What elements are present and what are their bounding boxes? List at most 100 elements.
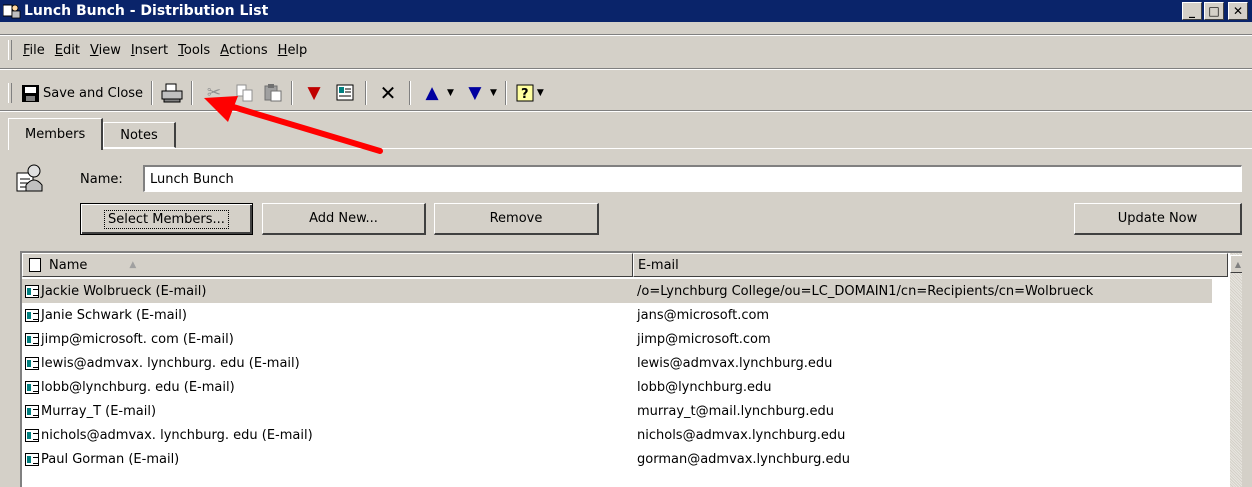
minimize-icon: _ [1189,4,1195,18]
name-input[interactable] [143,165,1242,192]
maximize-icon: □ [1208,4,1220,18]
flag-button[interactable]: ▼ [297,80,331,106]
contact-card-icon [25,332,39,346]
contact-card-icon [25,404,39,418]
sort-ascending-icon: ▲ [129,260,137,270]
next-item-button[interactable]: ▼ ▼ [458,80,501,106]
table-row[interactable]: Paul Gorman (E-mail) gorman@admvax.lynchb… [22,447,1212,471]
save-and-close-label: Save and Close [43,85,144,101]
previous-item-icon: ▲ [425,82,439,103]
menu-edit[interactable]: Edit [50,43,85,58]
toolbar-grip[interactable] [8,83,12,103]
toolbar-bottom-separator [0,110,1252,112]
menu-tools[interactable]: Tools [173,43,215,58]
previous-item-button[interactable]: ▲ ▼ [415,80,458,106]
toolbar-separator-1 [151,81,154,105]
address-book-icon [336,84,354,101]
menu-insert[interactable]: Insert [126,43,173,58]
close-icon: ✕ [1232,4,1244,18]
menu-actions[interactable]: Actions [215,43,273,58]
add-new-button[interactable]: Add New... [262,203,426,235]
remove-button[interactable]: Remove [434,203,599,235]
address-book-button[interactable] [331,80,361,106]
vertical-scrollbar[interactable]: ▲ [1230,253,1242,487]
tab-members[interactable]: Members [8,118,104,150]
table-row[interactable]: jimp@microsoft. com (E-mail) jimp@microso… [22,327,1212,351]
member-name-cell: lewis@admvax. lynchburg. edu (E-mail) [22,356,633,371]
select-members-button[interactable]: Select Members... [80,203,253,235]
save-and-close-button[interactable]: Save and Close [18,80,147,106]
chevron-down-icon: ▼ [447,88,454,98]
table-row[interactable]: lewis@admvax. lynchburg. edu (E-mail) lew… [22,351,1212,375]
member-name: nichols@admvax. lynchburg. edu (E-mail) [41,427,313,443]
menu-file[interactable]: File [18,43,50,58]
list-rows: Jackie Wolbrueck (E-mail) /o=Lynchburg Co… [22,279,1212,471]
help-button[interactable]: ? ▼ [511,80,548,106]
paste-icon [264,84,282,102]
member-email: /o=Lynchburg College/ou=LC_DOMAIN1/cn=Re… [637,283,1094,299]
next-item-icon: ▼ [468,82,482,103]
title-bar: Lunch Bunch - Distribution List _ □ ✕ [0,0,1252,22]
menubar-grip[interactable] [8,40,12,60]
menu-help[interactable]: Help [273,43,313,58]
document-icon [29,258,41,272]
member-name: Janie Schwark (E-mail) [41,307,187,323]
member-name-cell: Paul Gorman (E-mail) [22,452,633,467]
toolbar-separator-4 [365,81,368,105]
chevron-down-icon: ▼ [489,88,497,98]
member-name: jimp@microsoft. com (E-mail) [41,331,234,347]
tab-panel-border [8,148,1252,149]
table-row[interactable]: lobb@lynchburg. edu (E-mail) lobb@lynchbu… [22,375,1212,399]
menu-view[interactable]: View [85,43,126,58]
member-name: Murray_T (E-mail) [41,403,157,419]
paste-button[interactable] [259,80,287,106]
table-row[interactable]: Janie Schwark (E-mail) jans@microsoft.com [22,303,1212,327]
contact-card-icon [25,428,39,442]
member-name-cell: Janie Schwark (E-mail) [22,308,633,323]
print-icon [161,83,183,103]
tab-strip: Members Notes [8,118,176,150]
table-row[interactable]: Jackie Wolbrueck (E-mail) /o=Lynchburg Co… [22,279,1212,303]
scroll-up-icon: ▲ [1234,259,1242,269]
contact-card-icon [25,356,39,370]
delete-button[interactable]: ✕ [371,80,405,106]
print-button[interactable] [157,80,187,106]
toolbar-separator-5 [409,81,412,105]
menu-bar: File Edit View Insert Tools Actions Help [0,38,1252,62]
member-email: nichols@admvax.lynchburg.edu [637,427,846,443]
member-email: lobb@lynchburg.edu [637,379,772,395]
contact-card-icon [25,308,39,322]
delete-icon: ✕ [379,81,397,105]
add-new-label: Add New... [309,211,378,226]
member-email: murray_t@mail.lynchburg.edu [637,403,835,419]
column-header-email[interactable]: E-mail [633,253,1228,277]
table-row[interactable]: Murray_T (E-mail) murray_t@mail.lynchburg… [22,399,1212,423]
contact-card-icon [25,380,39,394]
list-header: Name ▲ E-mail [22,253,1228,277]
copy-button[interactable] [231,80,259,106]
column-header-name[interactable]: Name ▲ [22,253,633,277]
distribution-list-icon [2,3,21,19]
table-row[interactable]: nichols@admvax. lynchburg. edu (E-mail) n… [22,423,1212,447]
members-list[interactable]: Name ▲ E-mail Jackie Wolbrueck (E-mail) /… [20,251,1242,487]
toolbar: Save and Close ✂ ▼ ✕ ▲ ▼ ▼ ▼ ? ▼ [0,76,640,110]
contact-card-icon [25,452,39,466]
member-name: lewis@admvax. lynchburg. edu (E-mail) [41,355,300,371]
member-name: Paul Gorman (E-mail) [41,451,180,467]
maximize-button[interactable]: □ [1204,2,1224,20]
cut-button[interactable]: ✂ [197,80,231,106]
close-button[interactable]: ✕ [1228,2,1248,20]
minimize-button[interactable]: _ [1182,2,1202,20]
menubar-separator [0,34,1252,36]
scroll-up-button[interactable]: ▲ [1230,255,1242,273]
member-name: lobb@lynchburg. edu (E-mail) [41,379,235,395]
update-now-button[interactable]: Update Now [1074,203,1242,235]
distribution-list-icon [16,163,44,193]
copy-icon [236,84,253,102]
member-email: lewis@admvax.lynchburg.edu [637,355,833,371]
remove-label: Remove [489,211,543,226]
member-name-cell: jimp@microsoft. com (E-mail) [22,332,633,347]
svg-text:?: ? [521,87,529,102]
tab-notes[interactable]: Notes [103,122,176,148]
toolbar-separator [0,68,1252,70]
